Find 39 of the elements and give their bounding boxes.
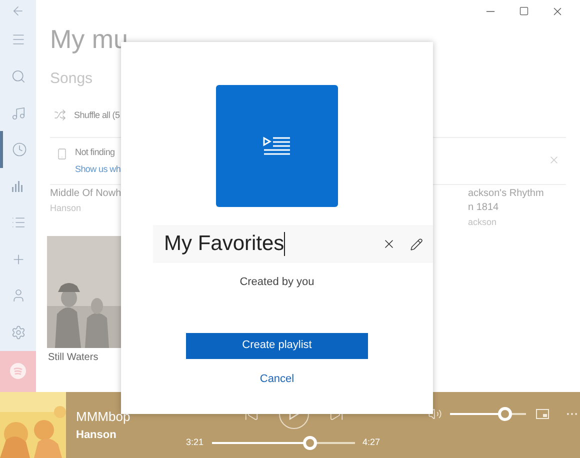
search-icon xyxy=(10,69,26,84)
dismiss-icon[interactable] xyxy=(548,154,560,166)
pencil-icon[interactable] xyxy=(410,238,423,250)
slider-thumb[interactable] xyxy=(303,436,318,450)
total-time: 4:27 xyxy=(362,436,380,449)
track-artist: Hanson xyxy=(76,428,118,442)
elapsed-time: 3:21 xyxy=(186,436,204,449)
create-playlist-button[interactable]: Create playlist xyxy=(186,332,368,358)
bar-chart-icon xyxy=(11,179,25,194)
album-title: Still Waters xyxy=(48,350,100,364)
song-title: n 1814 xyxy=(468,202,500,214)
section-title: Songs xyxy=(50,69,94,89)
playlist-icon xyxy=(263,136,291,156)
song-title: Middle Of Nowh xyxy=(50,188,122,200)
settings-icon xyxy=(10,324,26,340)
shuffle-icon xyxy=(54,109,66,122)
clear-icon[interactable] xyxy=(382,237,396,251)
device-icon xyxy=(56,148,68,160)
spotify-button[interactable] xyxy=(0,350,36,392)
slider-thumb[interactable] xyxy=(498,407,512,421)
music-note-icon xyxy=(10,106,26,121)
back-icon xyxy=(11,4,25,18)
notice-link[interactable]: Show us wh xyxy=(75,162,121,176)
track-title: MMMbop xyxy=(76,408,132,426)
song-artist: ackson xyxy=(468,216,498,229)
shuffle-all-button[interactable]: Shuffle all (5 xyxy=(74,108,120,122)
maximize-icon[interactable] xyxy=(519,6,529,16)
playlist-name-field[interactable]: My Favorites xyxy=(153,225,433,263)
cancel-link[interactable]: Cancel xyxy=(260,370,294,387)
volume-icon[interactable] xyxy=(428,407,442,421)
song-title: ackson's Rhythm xyxy=(468,188,545,200)
song-artist: Hanson xyxy=(50,202,82,215)
menu-icon xyxy=(10,32,26,48)
spotify-icon xyxy=(10,363,26,380)
owner-text: Created by you xyxy=(240,275,314,290)
notice-text: Not finding xyxy=(75,146,116,159)
clock-icon xyxy=(12,142,27,158)
mini-player-icon[interactable] xyxy=(536,409,549,419)
person-icon xyxy=(10,288,26,304)
